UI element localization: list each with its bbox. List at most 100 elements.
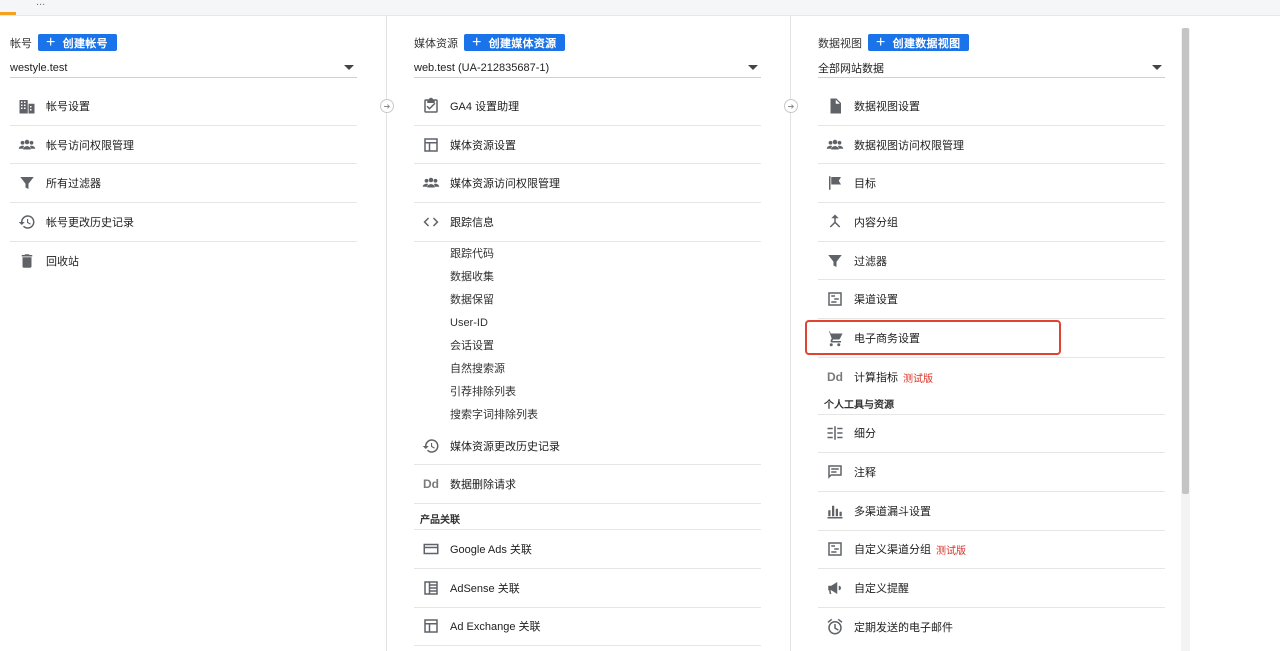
history-icon: [18, 213, 36, 231]
submenu-item-referral-exclusion[interactable]: 引荐排除列表: [414, 381, 761, 404]
menu-label: 跟踪信息: [450, 216, 494, 229]
flag-icon: [826, 174, 844, 192]
create-account-label: 创建帐号: [62, 37, 108, 50]
submenu-item-data-retention[interactable]: 数据保留: [414, 289, 761, 312]
tab-fragment[interactable]: ...: [36, 0, 45, 8]
plus-icon: +: [46, 34, 56, 51]
menu-item-adsense-link[interactable]: AdSense 关联: [414, 569, 761, 608]
menu-item-trash[interactable]: 回收站: [10, 242, 357, 281]
menu-item-view-access[interactable]: 数据视图访问权限管理: [818, 126, 1165, 165]
menu-item-tracking-info[interactable]: 跟踪信息: [414, 203, 761, 242]
menu-item-property-settings[interactable]: 媒体资源设置: [414, 126, 761, 165]
megaphone-icon: [826, 579, 844, 597]
section-personal-tools: 个人工具与资源: [818, 397, 1165, 415]
menu-item-ecommerce-settings[interactable]: 电子商务设置: [818, 319, 1165, 358]
adsense-icon: [422, 579, 440, 597]
cart-icon: [826, 329, 844, 347]
people-icon: [18, 136, 36, 154]
comment-icon: [826, 463, 844, 481]
admin-panel: 帐号 + 创建帐号 westyle.test 帐号设置 帐号访问权限管理 所有过滤…: [0, 16, 1190, 651]
create-account-button[interactable]: + 创建帐号: [38, 34, 117, 51]
property-header: 媒体资源 + 创建媒体资源: [414, 34, 566, 51]
menu-item-account-access[interactable]: 帐号访问权限管理: [10, 126, 357, 165]
beta-badge: 测试版: [903, 373, 933, 385]
menu-label: Google Ads 关联: [450, 543, 532, 556]
create-property-button[interactable]: + 创建媒体资源: [464, 34, 566, 51]
menu-item-scheduled-emails[interactable]: 定期发送的电子邮件: [818, 608, 1165, 647]
menu-item-ad-exchange-link[interactable]: Ad Exchange 关联: [414, 608, 761, 647]
menu-label: 注释: [854, 467, 876, 480]
menu-item-property-history[interactable]: 媒体资源更改历史记录: [414, 427, 761, 466]
section-product-linking: 产品关联: [414, 512, 761, 531]
menu-item-account-settings[interactable]: 帐号设置: [10, 87, 357, 126]
chevron-down-icon: [344, 65, 354, 70]
view-selector[interactable]: 全部网站数据: [818, 58, 1165, 78]
menu-label: AdSense 关联: [450, 582, 520, 595]
menu-item-annotations[interactable]: 注释: [818, 453, 1165, 492]
channel-icon: [826, 290, 844, 308]
menu-item-channel-settings[interactable]: 渠道设置: [818, 280, 1165, 320]
view-header: 数据视图 + 创建数据视图: [818, 34, 970, 51]
people-icon: [422, 174, 440, 192]
menu-label: 多渠道漏斗设置: [854, 505, 931, 518]
menu-item-calculated-metrics[interactable]: Dd 计算指标 测试版: [818, 358, 1165, 397]
menu-label: 自定义渠道分组: [854, 544, 931, 557]
menu-item-content-grouping[interactable]: 内容分组: [818, 203, 1165, 242]
menu-label: 计算指标: [854, 372, 898, 385]
plus-icon: +: [472, 34, 482, 51]
submenu-item-tracking-code[interactable]: 跟踪代码: [414, 243, 761, 266]
menu-label: 过滤器: [854, 255, 887, 268]
document-icon: [826, 97, 844, 115]
property-selected-value: web.test (UA-212835687-1): [414, 61, 550, 74]
submenu-item-user-id[interactable]: User-ID: [414, 312, 761, 335]
layout-icon: [422, 617, 440, 635]
scrollbar-thumb[interactable]: [1182, 28, 1189, 494]
menu-item-account-history[interactable]: 帐号更改历史记录: [10, 203, 357, 242]
channel-icon: [826, 540, 844, 558]
account-column: 帐号 + 创建帐号 westyle.test 帐号设置 帐号访问权限管理 所有过滤…: [10, 16, 357, 651]
menu-item-google-ads-link[interactable]: Google Ads 关联: [414, 530, 761, 569]
menu-label: 媒体资源更改历史记录: [450, 440, 560, 453]
submenu-item-organic-search[interactable]: 自然搜索源: [414, 358, 761, 381]
account-label: 帐号: [10, 37, 32, 50]
submenu-item-search-term-exclusion[interactable]: 搜索字词排除列表: [414, 404, 761, 427]
submenu-item-data-collection[interactable]: 数据收集: [414, 266, 761, 289]
account-selector[interactable]: westyle.test: [10, 58, 357, 78]
create-view-label: 创建数据视图: [892, 37, 961, 50]
menu-label: 渠道设置: [854, 294, 898, 307]
menu-label: 帐号设置: [46, 100, 90, 113]
bar-chart-icon: [826, 502, 844, 520]
menu-label: 回收站: [46, 256, 79, 269]
property-selector[interactable]: web.test (UA-212835687-1): [414, 58, 761, 78]
submenu-item-session-settings[interactable]: 会话设置: [414, 335, 761, 358]
menu-item-mcf-settings[interactable]: 多渠道漏斗设置: [818, 492, 1165, 531]
menu-label: 内容分组: [854, 216, 898, 229]
menu-label: Ad Exchange 关联: [450, 621, 541, 634]
menu-label: 媒体资源访问权限管理: [450, 178, 560, 191]
property-column: ➔ 媒体资源 + 创建媒体资源 web.test (UA-212835687-1)…: [380, 16, 761, 651]
history-icon: [422, 437, 440, 455]
menu-label: 所有过滤器: [46, 178, 101, 191]
menu-item-view-settings[interactable]: 数据视图设置: [818, 87, 1165, 126]
scrollbar[interactable]: [1181, 28, 1190, 651]
menu-item-property-access[interactable]: 媒体资源访问权限管理: [414, 164, 761, 204]
menu-item-custom-channel-grouping[interactable]: 自定义渠道分组 测试版: [818, 531, 1165, 570]
menu-item-filters[interactable]: 过滤器: [818, 242, 1165, 281]
top-tab-bar: ...: [0, 0, 1280, 16]
arrow-right-icon: ➔: [380, 99, 394, 113]
view-label: 数据视图: [818, 37, 862, 50]
menu-label: 定期发送的电子邮件: [854, 622, 953, 635]
account-header: 帐号 + 创建帐号: [10, 34, 117, 51]
menu-item-ga4-setup[interactable]: GA4 设置助理: [414, 87, 761, 126]
layout-icon: [422, 136, 440, 154]
beta-badge: 测试版: [936, 545, 966, 557]
menu-item-all-filters[interactable]: 所有过滤器: [10, 164, 357, 204]
create-view-button[interactable]: + 创建数据视图: [868, 34, 970, 51]
menu-item-segments[interactable]: 细分: [818, 415, 1165, 454]
menu-item-goals[interactable]: 目标: [818, 164, 1165, 204]
menu-item-data-deletion[interactable]: Dd 数据删除请求: [414, 465, 761, 505]
people-icon: [826, 136, 844, 154]
menu-item-custom-alerts[interactable]: 自定义提醒: [818, 569, 1165, 608]
view-selected-value: 全部网站数据: [818, 62, 884, 75]
plus-icon: +: [876, 34, 886, 51]
